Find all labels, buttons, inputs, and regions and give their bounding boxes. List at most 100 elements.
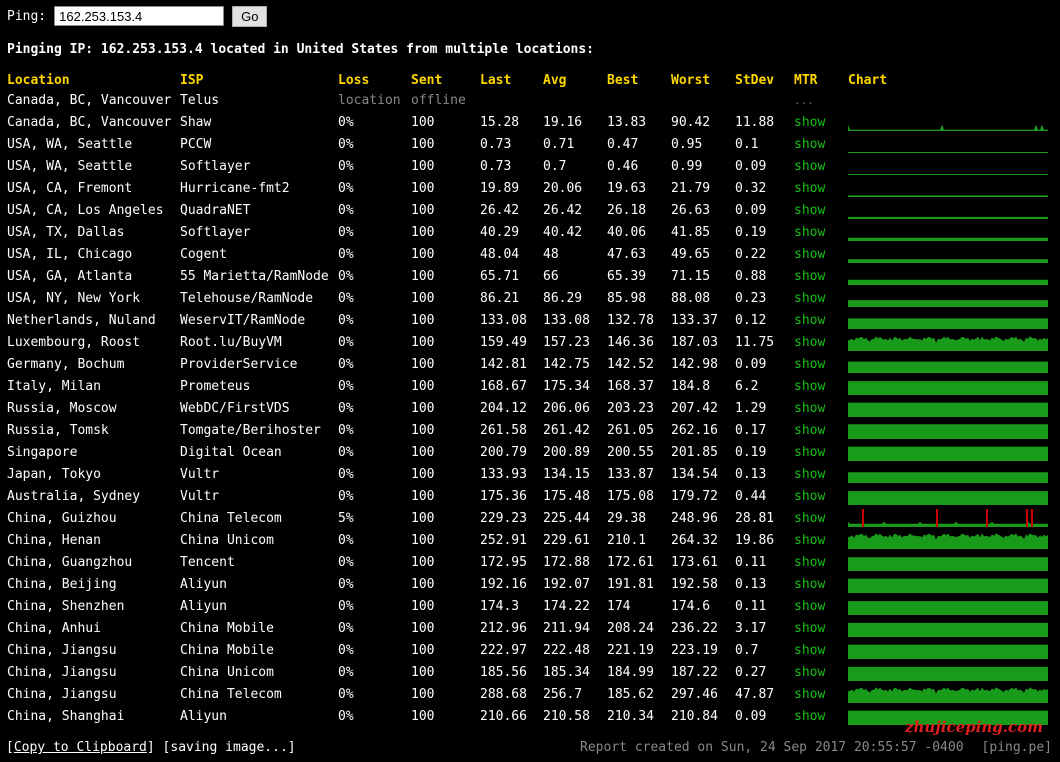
cell-isp: WebDC/FirstVDS: [180, 400, 290, 416]
cell-chart: [841, 595, 1056, 617]
cell-best: 146.36: [607, 334, 654, 350]
cell-loss: 0%: [338, 444, 354, 460]
ip-input[interactable]: [54, 6, 225, 26]
col-sent: Sent: [411, 72, 443, 88]
mtr-show-link[interactable]: show: [787, 133, 841, 155]
mtr-show-link[interactable]: show: [787, 309, 841, 331]
cell-worst: 173.61: [671, 554, 718, 570]
mtr-show-link[interactable]: show: [787, 485, 841, 507]
cell-avg: 210.58: [543, 708, 590, 724]
col-location: Location: [7, 72, 70, 88]
cell-location: China, Jiangsu: [7, 664, 117, 680]
col-chart: Chart: [848, 72, 888, 88]
mtr-show-link[interactable]: show: [787, 573, 841, 595]
cell-loss: 0%: [338, 532, 354, 548]
cell-loss: 0%: [338, 356, 354, 372]
cell-location: China, Jiangsu: [7, 642, 117, 658]
cell-location: Canada, BC, Vancouver: [7, 114, 172, 130]
cell-sent: 100: [411, 356, 435, 372]
mtr-show-link[interactable]: show: [787, 155, 841, 177]
cell-last: 40.29: [480, 224, 520, 240]
cell-sent: 100: [411, 576, 435, 592]
mtr-show-link[interactable]: show: [787, 463, 841, 485]
cell-stdev: 0.13: [735, 576, 767, 592]
cell-sent: 100: [411, 202, 435, 218]
cell-last: 172.95: [480, 554, 527, 570]
mtr-show-link[interactable]: show: [787, 705, 841, 727]
mtr-show-link[interactable]: show: [787, 419, 841, 441]
ping-label: Ping:: [7, 8, 47, 24]
cell-avg: 174.22: [543, 598, 590, 614]
mtr-show-link[interactable]: show: [787, 331, 841, 353]
col-avg: Avg: [543, 72, 567, 88]
latency-sparkline: [848, 644, 1048, 659]
cell-location: China, Jiangsu: [7, 686, 117, 702]
mtr-show-link[interactable]: show: [787, 199, 841, 221]
cell-best: 208.24: [607, 620, 654, 636]
cell-stdev: 0.19: [735, 444, 767, 460]
packet-loss-marker: [1026, 509, 1028, 527]
cell-sent: 100: [411, 532, 435, 548]
cell-sent: 100: [411, 664, 435, 680]
mtr-show-link[interactable]: show: [787, 617, 841, 639]
mtr-show-link[interactable]: show: [787, 683, 841, 705]
table-row: USA, WA, Seattle PCCW 0% 100 0.73 0.71 0.47 0.9…: [0, 133, 1056, 155]
sparkline-area: [848, 472, 1048, 483]
mtr-show-link[interactable]: show: [787, 639, 841, 661]
latency-sparkline: [848, 601, 1048, 615]
mtr-show-link[interactable]: show: [787, 661, 841, 683]
mtr-show-link[interactable]: show: [787, 397, 841, 419]
table-row: Netherlands, Nuland WeservIT/RamNode 0% 100…: [0, 309, 1056, 331]
mtr-show-link[interactable]: show: [787, 551, 841, 573]
sparkline-area: [848, 300, 1048, 307]
go-button[interactable]: Go: [232, 5, 268, 27]
cell-chart: [841, 573, 1056, 595]
cell-last: 0.73: [480, 136, 512, 152]
offline-row: Canada, BC, Vancouver Telus location off…: [0, 89, 1056, 111]
cell-avg: 200.89: [543, 444, 590, 460]
cell-loss: 0%: [338, 400, 354, 416]
mtr-show-link[interactable]: show: [787, 287, 841, 309]
mtr-show-link[interactable]: show: [787, 265, 841, 287]
mtr-show-link[interactable]: show: [787, 441, 841, 463]
cell-isp: China Unicom: [180, 664, 274, 680]
table-row: China, Shenzhen Aliyun 0% 100 174.3 174.22 174…: [0, 595, 1056, 617]
cell-location: Australia, Sydney: [7, 488, 141, 504]
packet-loss-marker: [986, 509, 988, 527]
cell-location: China, Henan: [7, 532, 101, 548]
cell-avg: 225.44: [543, 510, 590, 526]
cell-worst: 0.99: [671, 158, 703, 174]
cell-last: 168.67: [480, 378, 527, 394]
sparkline-area: [848, 279, 1048, 285]
cell-isp: China Telecom: [180, 686, 282, 702]
cell-isp: Tomgate/Berihoster: [180, 422, 321, 438]
mtr-show-link[interactable]: show: [787, 353, 841, 375]
sparkline-area: [848, 152, 1048, 153]
mtr-show-link[interactable]: show: [787, 177, 841, 199]
table-row: Singapore Digital Ocean 0% 100 200.79 200.89 2…: [0, 441, 1056, 463]
results-table: Location ISP Loss Sent Last Avg Best Wor…: [0, 71, 1056, 727]
cell-avg: 229.61: [543, 532, 590, 548]
mtr-show-link[interactable]: show: [787, 507, 841, 529]
cell-avg: 66: [543, 268, 559, 284]
cell-avg: 0.7: [543, 158, 567, 174]
cell-last: 200.79: [480, 444, 527, 460]
latency-sparkline: [848, 666, 1048, 681]
cell-isp: Vultr: [180, 488, 220, 504]
cell-best: 210.34: [607, 708, 654, 724]
mtr-show-link[interactable]: show: [787, 111, 841, 133]
mtr-show-link[interactable]: show: [787, 595, 841, 617]
mtr-show-link[interactable]: show: [787, 375, 841, 397]
mtr-show-link[interactable]: show: [787, 243, 841, 265]
site-link[interactable]: [ping.pe]: [982, 740, 1052, 755]
mtr-show-link[interactable]: show: [787, 221, 841, 243]
cell-isp: China Telecom: [180, 510, 282, 526]
summary-line: Pinging IP: 162.253.153.4 located in Uni…: [7, 42, 594, 57]
cell-loss: 0%: [338, 114, 354, 130]
copy-to-clipboard-link[interactable]: Copy to Clipboard: [14, 740, 147, 755]
cell-stdev: 0.32: [735, 180, 767, 196]
cell-best: 19.63: [607, 180, 647, 196]
sparkline-area: [848, 336, 1048, 351]
mtr-show-link[interactable]: show: [787, 529, 841, 551]
sparkline-area: [848, 174, 1048, 175]
